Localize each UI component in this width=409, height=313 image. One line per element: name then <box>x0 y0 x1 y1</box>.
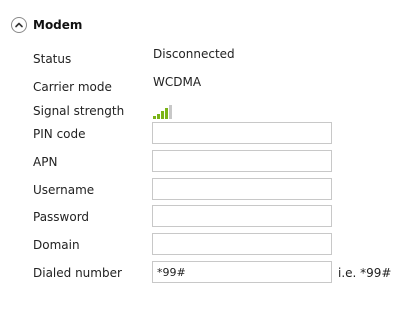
dialed-number-field[interactable] <box>152 261 332 283</box>
signal-strength-label: Signal strength <box>33 104 125 118</box>
status-label: Status <box>33 52 72 66</box>
dialed-number-hint: i.e. *99# <box>338 266 392 280</box>
signal-bar <box>153 116 156 119</box>
status-value: Disconnected <box>153 47 235 61</box>
modem-section-header: Modem <box>11 15 82 35</box>
pin-code-field[interactable] <box>152 122 332 144</box>
domain-label: Domain <box>33 238 80 252</box>
section-title: Modem <box>33 18 83 32</box>
pin-code-label: PIN code <box>33 127 86 141</box>
signal-bars-icon <box>153 103 177 119</box>
domain-field[interactable] <box>152 233 332 255</box>
signal-bar <box>161 111 164 119</box>
carrier-mode-value: WCDMA <box>153 75 202 89</box>
password-field[interactable] <box>152 205 332 227</box>
username-label: Username <box>33 183 95 197</box>
username-field[interactable] <box>152 178 332 200</box>
signal-bar <box>169 105 172 119</box>
chevron-up-icon[interactable] <box>11 17 27 33</box>
signal-bar <box>165 108 168 119</box>
dialed-number-label: Dialed number <box>33 266 122 280</box>
carrier-mode-label: Carrier mode <box>33 80 112 94</box>
apn-field[interactable] <box>152 150 332 172</box>
signal-bar <box>157 114 160 119</box>
password-label: Password <box>33 210 90 224</box>
apn-label: APN <box>33 155 58 169</box>
